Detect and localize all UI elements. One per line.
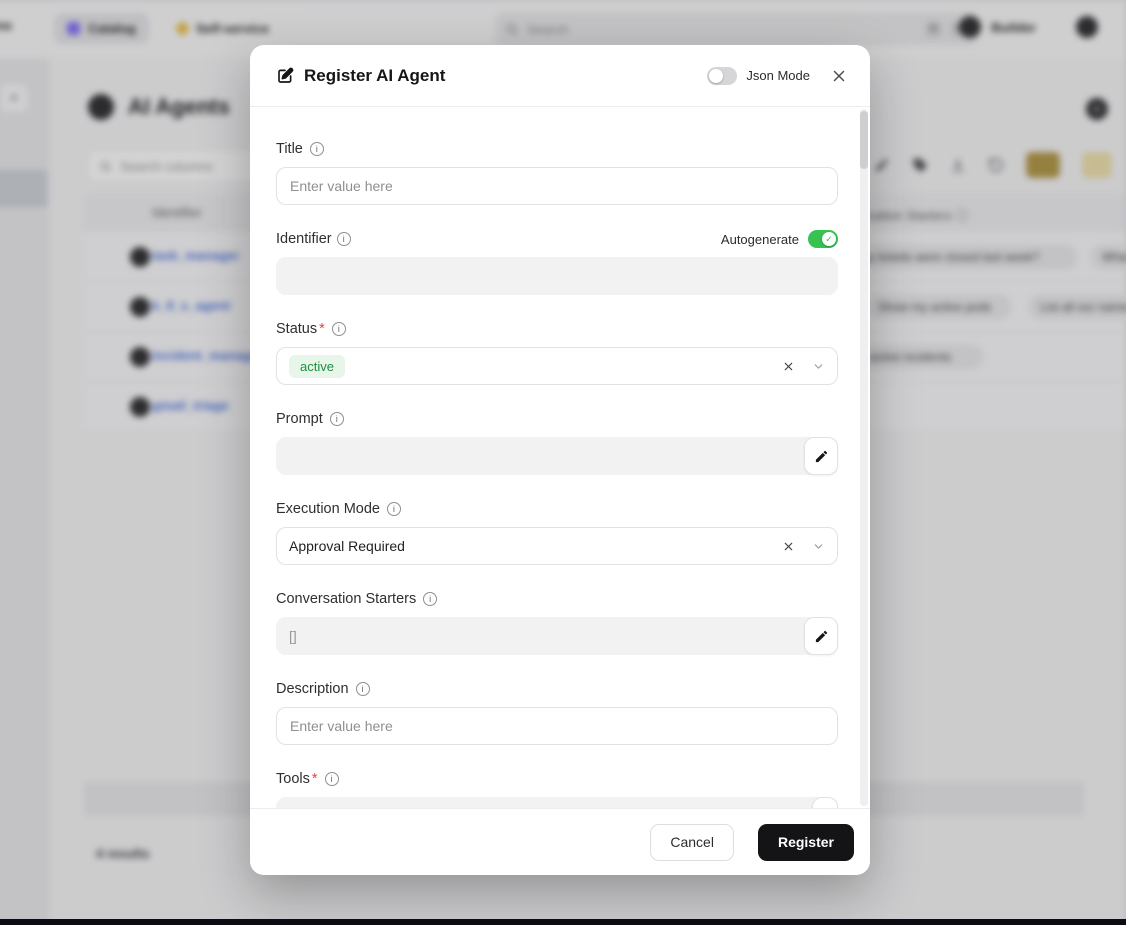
field-status: Status * i active <box>276 319 838 385</box>
info-icon[interactable]: i <box>387 502 401 516</box>
modal-header: Register AI Agent Json Mode <box>250 45 870 107</box>
field-prompt: Prompt i <box>276 409 838 475</box>
field-tools: Tools * i <box>276 769 838 808</box>
edit-note-icon <box>276 67 294 85</box>
json-mode-label: Json Mode <box>746 68 810 83</box>
chevron-down-icon[interactable] <box>812 360 825 373</box>
required-asterisk: * <box>312 771 318 787</box>
modal-body: Title i Identifier i Autogenerate ✓ <box>250 107 870 808</box>
screen: Home Catalog Self-service Search ⌘ K Bui… <box>0 0 1126 925</box>
chevron-down-icon[interactable] <box>812 540 825 553</box>
prompt-label: Prompt <box>276 411 323 427</box>
cancel-button[interactable]: Cancel <box>650 824 734 861</box>
close-icon[interactable] <box>830 67 848 85</box>
json-mode-toggle[interactable] <box>707 67 737 85</box>
required-asterisk: * <box>319 321 325 337</box>
info-icon[interactable]: i <box>332 322 346 336</box>
conversation-starters-edit-button[interactable] <box>804 617 838 655</box>
autogenerate-control: Autogenerate ✓ <box>721 230 838 248</box>
description-label: Description <box>276 681 349 697</box>
info-icon[interactable]: i <box>310 142 324 156</box>
title-label: Title <box>276 141 303 157</box>
identifier-label: Identifier <box>276 231 332 247</box>
pencil-icon <box>814 629 829 644</box>
conversation-starters-input-disabled: [] <box>276 617 838 655</box>
info-icon[interactable]: i <box>356 682 370 696</box>
info-icon[interactable]: i <box>423 592 437 606</box>
bottom-bar <box>0 919 1126 925</box>
status-select[interactable]: active <box>276 347 838 385</box>
register-button[interactable]: Register <box>758 824 854 861</box>
field-title: Title i <box>276 139 838 205</box>
autogenerate-label: Autogenerate <box>721 232 799 247</box>
description-input[interactable] <box>276 707 838 745</box>
modal-scrollbar-track[interactable] <box>860 109 868 806</box>
clear-icon[interactable] <box>782 360 795 373</box>
tools-select[interactable] <box>276 797 838 808</box>
execution-mode-label: Execution Mode <box>276 501 380 517</box>
field-execution-mode: Execution Mode i Approval Required <box>276 499 838 565</box>
prompt-input-disabled <box>276 437 838 475</box>
pencil-icon <box>814 449 829 464</box>
tools-label: Tools <box>276 771 310 787</box>
modal-title: Register AI Agent <box>276 66 445 86</box>
autogenerate-toggle[interactable]: ✓ <box>808 230 838 248</box>
prompt-edit-button[interactable] <box>804 437 838 475</box>
register-ai-agent-modal: Register AI Agent Json Mode Title i <box>250 45 870 875</box>
json-mode-control: Json Mode <box>707 67 810 85</box>
info-icon[interactable]: i <box>330 412 344 426</box>
identifier-input-disabled <box>276 257 838 295</box>
execution-mode-select[interactable]: Approval Required <box>276 527 838 565</box>
tools-expand-button[interactable] <box>812 797 838 808</box>
clear-icon[interactable] <box>782 540 795 553</box>
conversation-starters-value: [] <box>289 628 297 644</box>
modal-footer: Cancel Register <box>250 808 870 875</box>
modal-scrollbar-thumb[interactable] <box>860 111 868 169</box>
title-input[interactable] <box>276 167 838 205</box>
conversation-starters-label: Conversation Starters <box>276 591 416 607</box>
status-value-tag: active <box>289 355 345 378</box>
info-icon[interactable]: i <box>325 772 339 786</box>
field-identifier: Identifier i Autogenerate ✓ <box>276 229 838 295</box>
field-description: Description i <box>276 679 838 745</box>
info-icon[interactable]: i <box>337 232 351 246</box>
status-label: Status <box>276 321 317 337</box>
execution-mode-value: Approval Required <box>289 538 405 554</box>
field-conversation-starters: Conversation Starters i [] <box>276 589 838 655</box>
